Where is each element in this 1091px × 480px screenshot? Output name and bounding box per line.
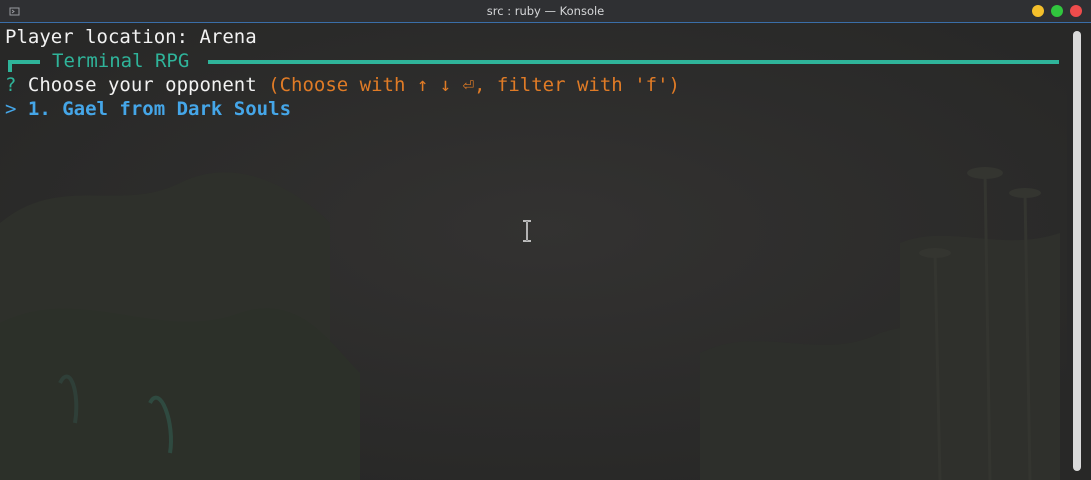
konsole-window: src : ruby — Konsole Player location: Ar… (0, 0, 1091, 480)
opponent-prompt: ? Choose your opponent (Choose with ↑ ↓ … (5, 73, 680, 97)
terminal-area[interactable]: Player location: Arena Terminal RPG ? Ch… (0, 23, 1091, 480)
frame-corner-top (8, 60, 40, 64)
question-mark: ? (5, 74, 17, 96)
selection-arrow: > (5, 98, 17, 120)
close-button[interactable] (1070, 5, 1082, 17)
scrollbar[interactable] (1067, 23, 1091, 480)
title-bar[interactable]: src : ruby — Konsole (0, 0, 1091, 23)
text-cursor-icon (523, 220, 531, 242)
player-location-line: Player location: Arena (5, 26, 257, 48)
frame-rule (208, 60, 1059, 64)
prompt-question: Choose your opponent (27, 74, 257, 96)
prompt-hint: (Choose with ↑ ↓ ⏎, filter with 'f') (268, 74, 680, 96)
maximize-button[interactable] (1051, 5, 1063, 17)
scrollbar-thumb[interactable] (1073, 31, 1081, 471)
opponent-option[interactable]: > 1. Gael from Dark Souls (5, 97, 291, 121)
minimize-button[interactable] (1032, 5, 1044, 17)
frame-title: Terminal RPG (52, 50, 190, 72)
window-title: src : ruby — Konsole (486, 4, 605, 18)
opponent-option-label[interactable]: 1. Gael from Dark Souls (28, 98, 291, 120)
